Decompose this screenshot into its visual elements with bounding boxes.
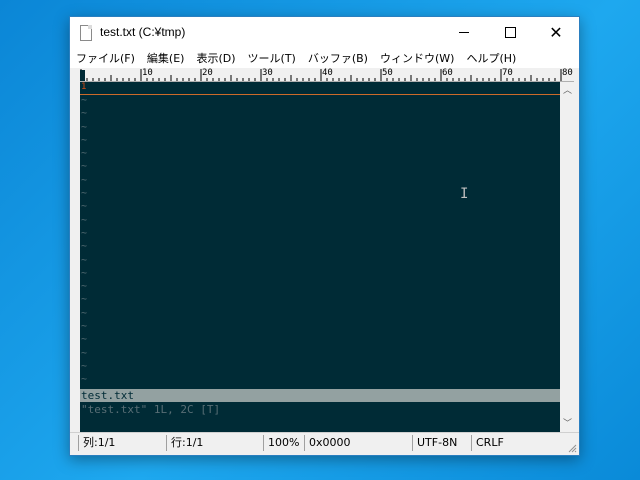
tilde-marker: ~ bbox=[81, 95, 88, 106]
menu-bar: ファイル(F) 編集(E) 表示(D) ツール(T) バッファ(B) ウィンドウ… bbox=[70, 48, 579, 68]
column-ruler: 10 20 30 40 50 60 70 80 bbox=[80, 68, 574, 82]
ruler-label: 40 bbox=[322, 68, 333, 78]
menu-tools[interactable]: ツール(T) bbox=[242, 50, 302, 66]
document-icon bbox=[80, 25, 92, 41]
close-icon: ✕ bbox=[549, 22, 563, 42]
tilde-marker: ~ bbox=[81, 227, 88, 239]
tilde-marker: ~ bbox=[81, 148, 88, 160]
editor-message-line: "test.txt" 1L, 2C [T] bbox=[81, 403, 221, 416]
ibeam-cursor-icon: I bbox=[460, 186, 469, 202]
ruler-cursor-marker bbox=[80, 70, 85, 81]
tilde-marker: ~ bbox=[81, 108, 88, 120]
tilde-marker: ~ bbox=[81, 174, 88, 186]
editor-window: test.txt (C:¥tmp) ✕ ファイル(F) 編集(E) 表示(D) … bbox=[69, 16, 580, 456]
cursor-line: 1 bbox=[80, 82, 560, 95]
editor-statusline: test.txt bbox=[80, 389, 560, 402]
tilde-marker: ~ bbox=[81, 121, 88, 133]
menu-view[interactable]: 表示(D) bbox=[190, 50, 241, 66]
resize-grip-icon[interactable] bbox=[567, 443, 577, 453]
left-gutter bbox=[70, 68, 80, 432]
tilde-marker: ~ bbox=[81, 254, 88, 266]
text-editor-area[interactable]: 1 ~ ~ ~ ~ ~ ~ ~ ~ ~ ~ ~ ~ ~ ~ ~ ~ ~ ~ ~ ~ ~ ~ I test.txt "tes… bbox=[80, 82, 560, 432]
minimize-icon bbox=[459, 32, 469, 33]
ruler-label: 50 bbox=[382, 68, 393, 78]
vertical-scrollbar[interactable]: ︿ ﹀ bbox=[560, 82, 574, 432]
menu-help[interactable]: ヘルプ(H) bbox=[460, 50, 522, 66]
tilde-marker: ~ bbox=[81, 201, 88, 213]
tilde-marker: ~ bbox=[81, 134, 88, 146]
tilde-marker: ~ bbox=[81, 347, 88, 359]
scroll-down-icon[interactable]: ﹀ bbox=[563, 416, 572, 429]
menu-edit[interactable]: 編集(E) bbox=[141, 50, 191, 66]
menu-file[interactable]: ファイル(F) bbox=[70, 50, 141, 66]
tilde-marker: ~ bbox=[81, 321, 88, 333]
close-button[interactable]: ✕ bbox=[533, 17, 579, 48]
status-bar: 列:1/1 行:1/1 100% 0x0000 UTF-8N CRLF bbox=[70, 432, 579, 455]
maximize-icon bbox=[504, 27, 516, 38]
status-zoom[interactable]: 100% bbox=[263, 435, 304, 451]
status-charcode: 0x0000 bbox=[304, 435, 411, 451]
tilde-marker: ~ bbox=[81, 360, 88, 372]
ruler-label: 80 bbox=[562, 68, 573, 78]
status-row: 行:1/1 bbox=[166, 435, 263, 451]
status-encoding[interactable]: UTF-8N bbox=[412, 435, 471, 451]
status-newline[interactable]: CRLF bbox=[471, 435, 506, 451]
tilde-marker: ~ bbox=[81, 241, 88, 253]
status-column: 列:1/1 bbox=[78, 435, 167, 451]
maximize-button[interactable] bbox=[487, 17, 533, 48]
ruler-label: 60 bbox=[442, 68, 453, 78]
tilde-marker: ~ bbox=[81, 214, 88, 226]
title-bar[interactable]: test.txt (C:¥tmp) ✕ bbox=[70, 17, 579, 48]
tilde-marker: ~ bbox=[81, 188, 88, 200]
tilde-marker: ~ bbox=[81, 281, 88, 293]
menu-window[interactable]: ウィンドウ(W) bbox=[374, 50, 460, 66]
minimize-button[interactable] bbox=[441, 17, 487, 48]
menu-buffer[interactable]: バッファ(B) bbox=[302, 50, 374, 66]
ruler-label: 30 bbox=[262, 68, 273, 78]
line-number: 1 bbox=[81, 82, 87, 92]
ruler-label: 20 bbox=[202, 68, 213, 78]
ruler-label: 70 bbox=[502, 68, 513, 78]
tilde-marker: ~ bbox=[81, 374, 88, 386]
tilde-marker: ~ bbox=[81, 161, 88, 173]
ruler-label: 10 bbox=[142, 68, 153, 78]
scroll-up-icon[interactable]: ︿ bbox=[563, 83, 572, 96]
tilde-marker: ~ bbox=[81, 267, 88, 279]
tilde-marker: ~ bbox=[81, 334, 88, 346]
empty-line-markers: ~ ~ ~ ~ ~ ~ ~ ~ ~ ~ ~ ~ ~ ~ ~ ~ ~ ~ ~ ~ ~ ~ bbox=[81, 94, 87, 387]
window-title: test.txt (C:¥tmp) bbox=[100, 25, 186, 39]
tilde-marker: ~ bbox=[81, 307, 88, 319]
tilde-marker: ~ bbox=[81, 294, 88, 306]
